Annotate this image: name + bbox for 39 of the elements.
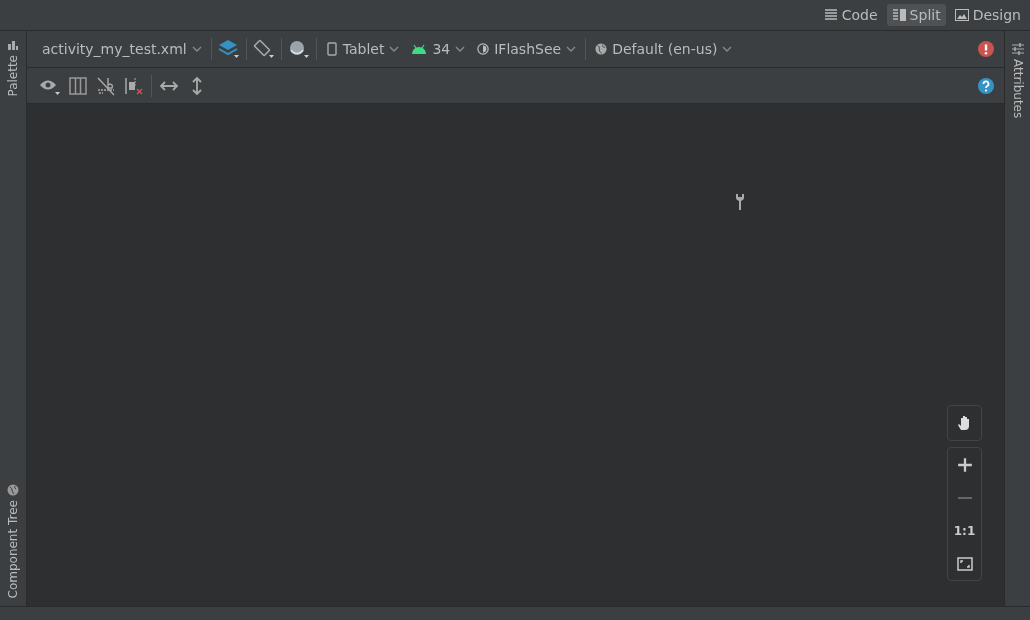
fit-icon (956, 555, 973, 572)
chevron-down-icon (191, 46, 202, 52)
minus-icon (957, 496, 972, 499)
layers-icon[interactable] (217, 39, 240, 59)
view-mode-tab[interactable]: Split (886, 4, 946, 26)
plus-icon (956, 456, 973, 473)
view-mode-tab[interactable]: Code (818, 4, 883, 26)
file-dropdown[interactable]: activity_my_test.xml (39, 39, 205, 59)
lines-icon (823, 9, 838, 21)
rotate-icon[interactable] (252, 39, 275, 59)
pan-button[interactable] (947, 405, 982, 441)
clear-constraints-icon[interactable] (123, 75, 145, 96)
side-tab[interactable]: Component Tree (6, 475, 20, 606)
chevron-down-icon (455, 46, 466, 52)
locale-dropdown[interactable]: Default (en-us) (592, 39, 736, 59)
actual-size-button[interactable]: 1:1 (948, 514, 981, 547)
image-icon (954, 9, 969, 21)
split-icon (891, 9, 906, 21)
help-icon[interactable] (978, 77, 994, 94)
phone-icon (325, 42, 338, 56)
sliders-icon (1011, 43, 1024, 55)
palette-icon (7, 39, 19, 51)
android-icon (411, 44, 428, 54)
api-dropdown[interactable]: 34 (408, 39, 469, 59)
error-icon[interactable] (978, 41, 994, 57)
globe-icon (595, 42, 608, 56)
chevron-down-icon (389, 46, 400, 52)
view-mode-tab[interactable]: Design (949, 4, 1026, 26)
theme-dropdown[interactable]: IFlashSee (474, 39, 580, 59)
theme-icon[interactable] (287, 39, 310, 59)
chevron-down-icon (722, 46, 733, 52)
side-tab[interactable]: Palette (6, 31, 20, 105)
columns-icon[interactable] (67, 75, 89, 96)
chevron-down-icon (566, 46, 577, 52)
side-tab[interactable]: Attributes (1010, 31, 1025, 127)
wrench-icon[interactable] (735, 194, 745, 210)
device-dropdown[interactable]: Tablet (322, 39, 403, 59)
contrast-icon (477, 42, 490, 56)
globe-icon (7, 483, 19, 496)
